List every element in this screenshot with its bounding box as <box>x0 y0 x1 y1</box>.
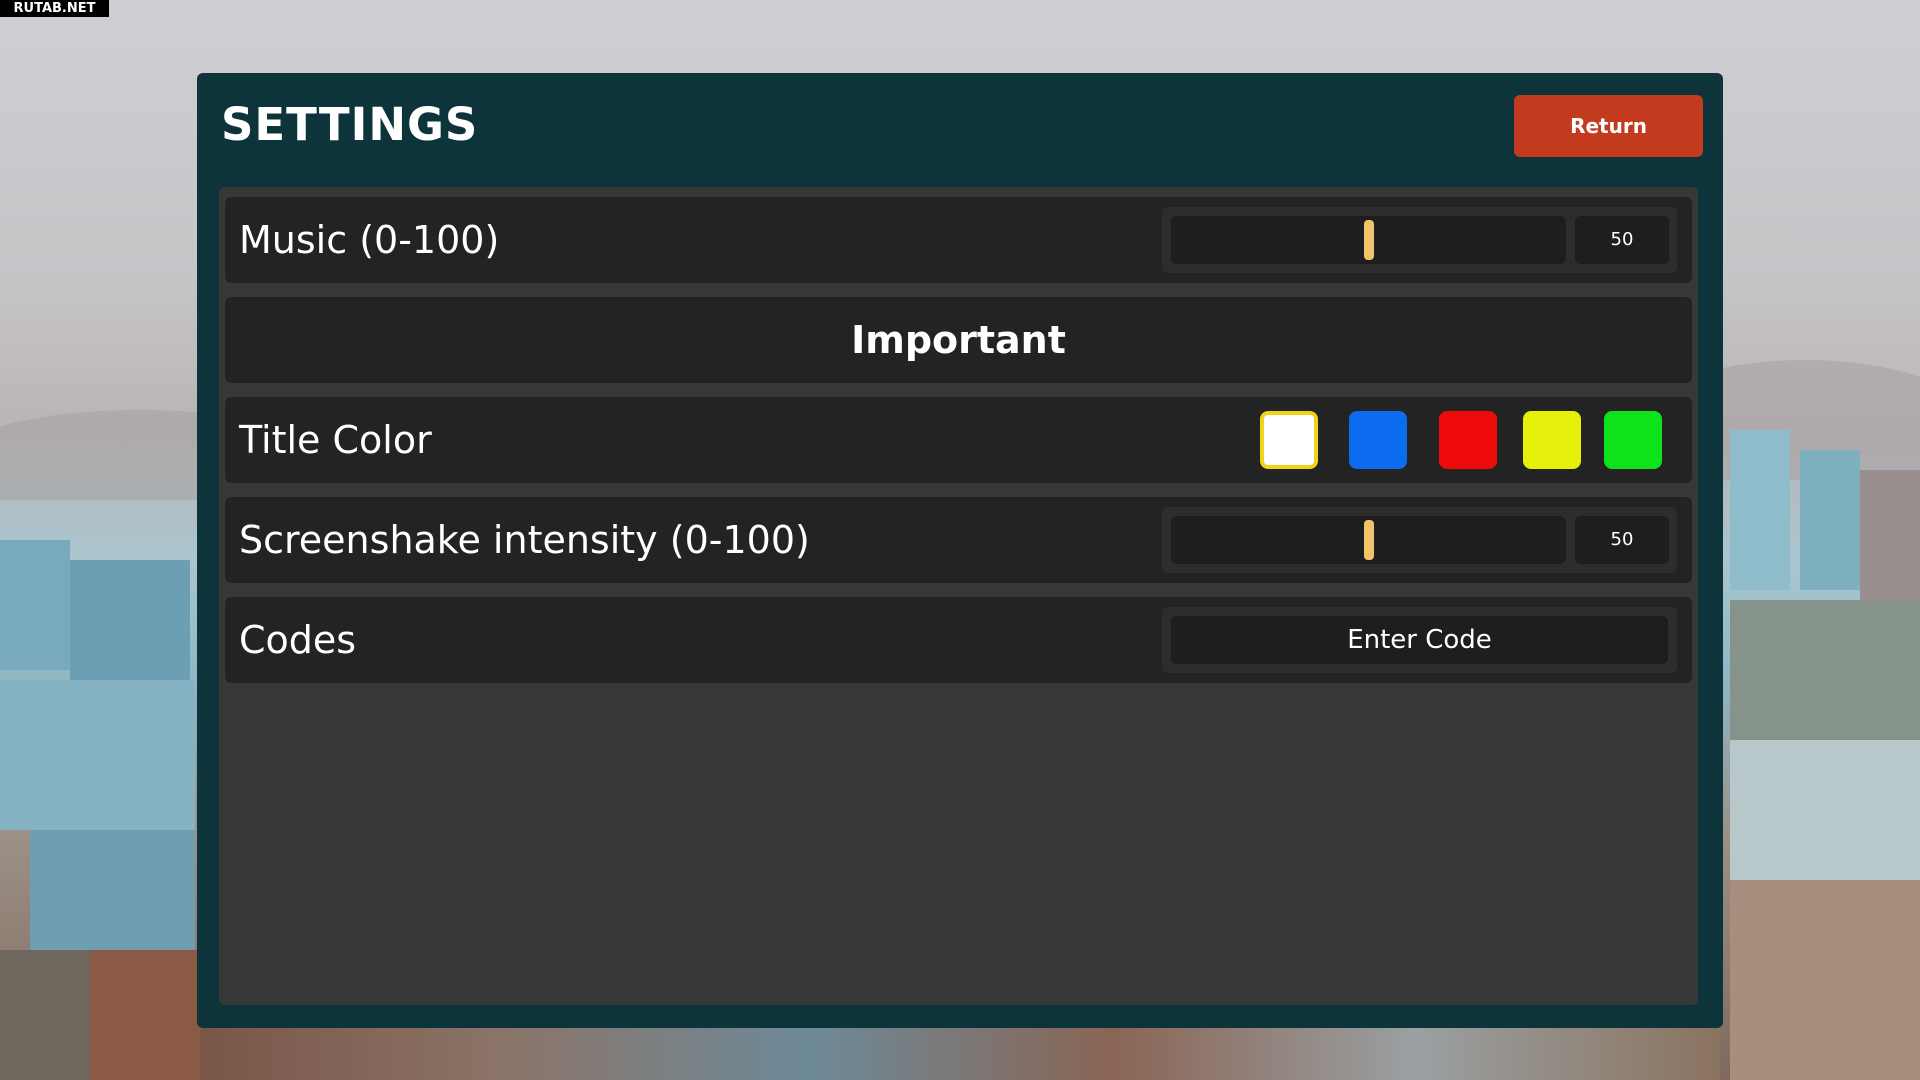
background-roof <box>90 950 200 1080</box>
music-label: Music (0-100) <box>239 218 500 262</box>
codes-row: Codes Enter Code <box>225 597 1692 683</box>
background-rooftops <box>200 1028 1720 1080</box>
important-heading: Important <box>851 318 1066 362</box>
music-row: Music (0-100) 50 <box>225 197 1692 283</box>
screenshake-row: Screenshake intensity (0-100) 50 <box>225 497 1692 583</box>
screenshake-slider-thumb[interactable] <box>1363 520 1374 560</box>
color-swatch-yellow[interactable] <box>1523 411 1581 469</box>
background-building <box>30 830 195 950</box>
panel-title: SETTINGS <box>221 98 479 151</box>
music-value: 50 <box>1575 216 1669 264</box>
background-grass <box>1730 600 1920 750</box>
code-input[interactable]: Enter Code <box>1171 616 1668 664</box>
screenshake-slider-frame: 50 <box>1162 507 1677 573</box>
title-color-row: Title Color <box>225 397 1692 483</box>
screenshake-label: Screenshake intensity (0-100) <box>239 518 810 562</box>
background-shore <box>1730 880 1920 1080</box>
return-button[interactable]: Return <box>1514 95 1703 157</box>
color-swatch-green[interactable] <box>1604 411 1662 469</box>
color-swatch-white[interactable] <box>1260 411 1318 469</box>
color-swatch-red[interactable] <box>1439 411 1497 469</box>
music-slider-frame: 50 <box>1162 207 1677 273</box>
background-building <box>70 560 190 680</box>
important-section-header: Important <box>225 297 1692 383</box>
color-swatch-blue[interactable] <box>1349 411 1407 469</box>
code-input-frame: Enter Code <box>1162 607 1677 673</box>
background-building <box>1730 430 1790 590</box>
background-building <box>0 680 195 830</box>
music-slider-track[interactable] <box>1171 216 1566 264</box>
background-building <box>1860 470 1920 620</box>
background-ground <box>0 950 90 1080</box>
screenshake-slider-track[interactable] <box>1171 516 1566 564</box>
background-building <box>0 540 70 670</box>
music-slider-thumb[interactable] <box>1363 220 1374 260</box>
settings-list: Music (0-100) 50 Important Title Color S… <box>219 187 1698 1005</box>
watermark: RUTAB.NET <box>0 0 109 17</box>
background-water <box>1730 740 1920 880</box>
codes-label: Codes <box>239 618 357 662</box>
title-color-label: Title Color <box>239 418 432 462</box>
settings-panel: SETTINGS Return Music (0-100) 50 Importa… <box>197 73 1723 1028</box>
background-building <box>1800 450 1860 590</box>
screenshake-value: 50 <box>1575 516 1669 564</box>
